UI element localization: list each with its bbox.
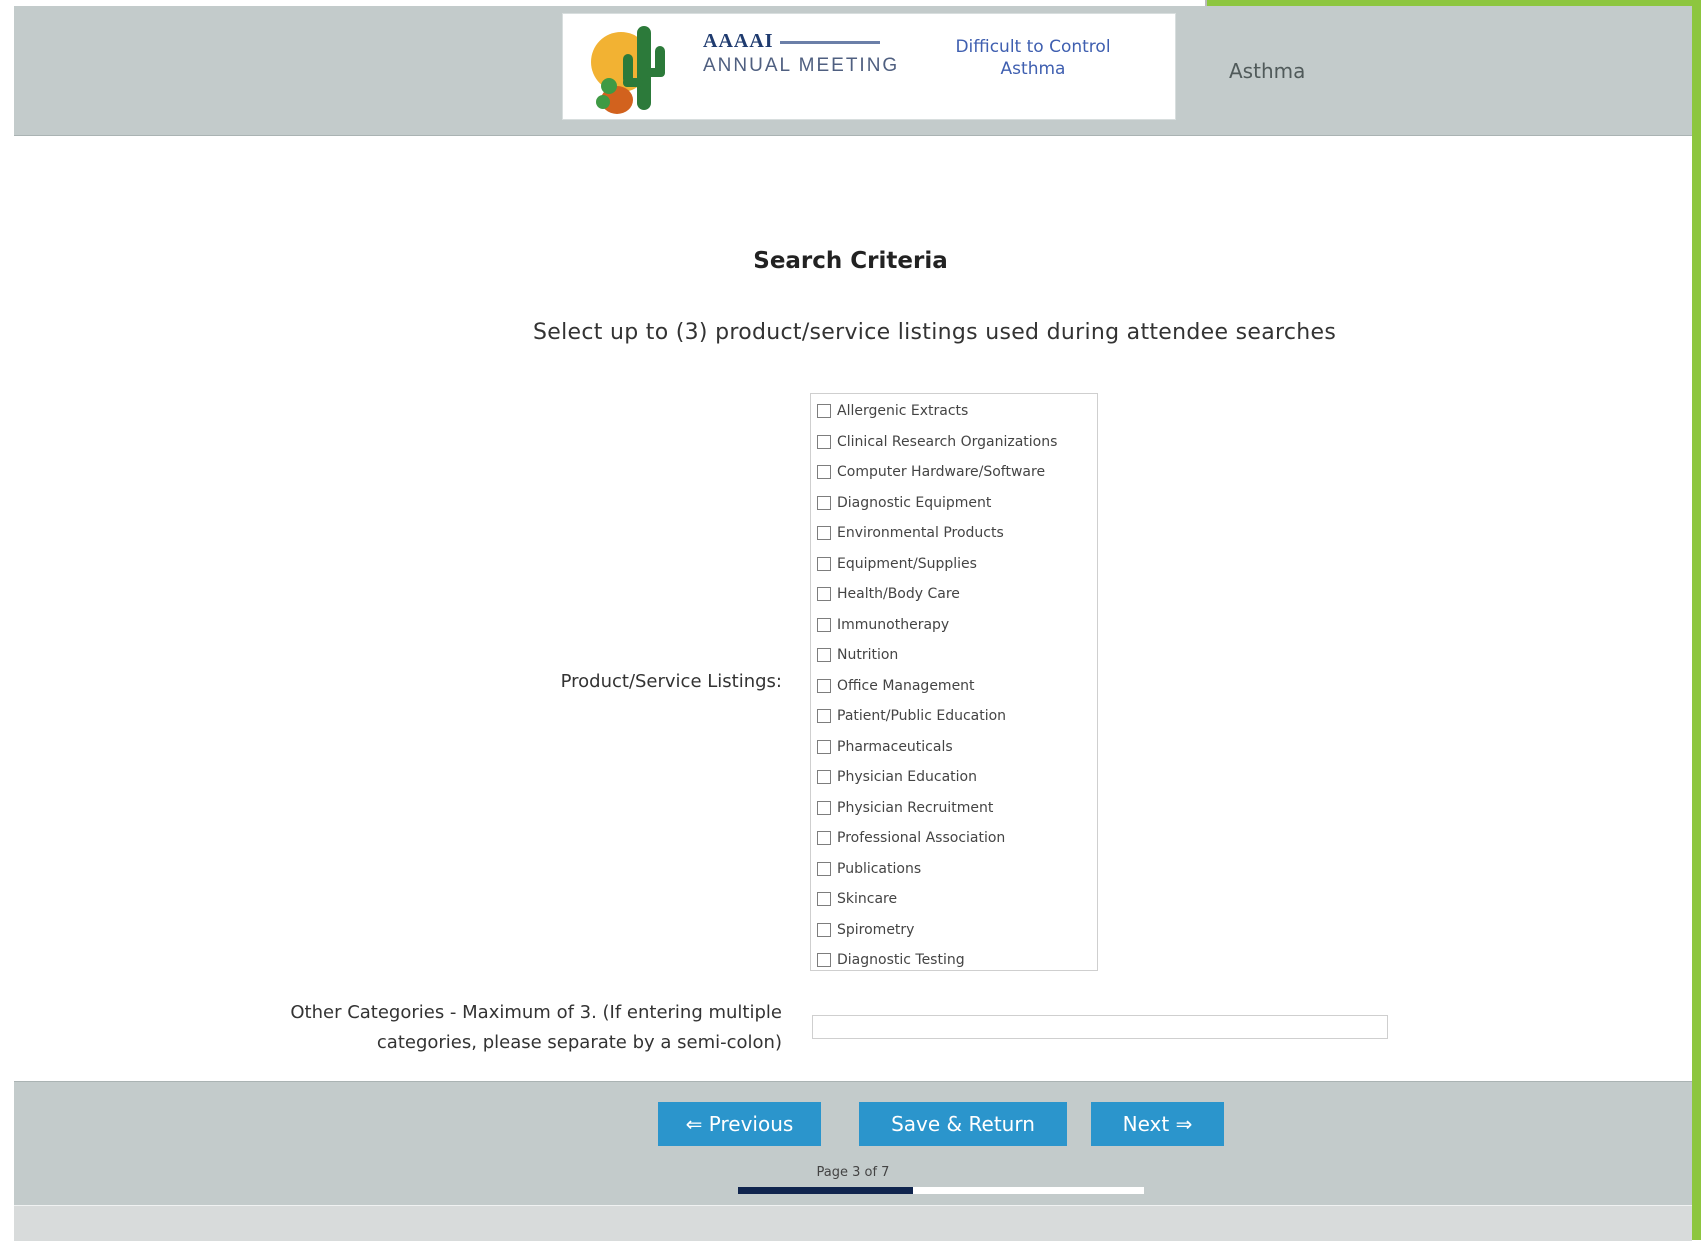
page-header: AAAAI ANNUAL MEETING Difficult to Contro… [14,6,1692,136]
next-button[interactable]: Next ⇒ [1091,1102,1224,1146]
listing-option-label: Clinical Research Organizations [837,433,1058,450]
listing-option-label: Health/Body Care [837,586,960,602]
listing-option[interactable]: Pharmaceuticals [817,734,953,760]
listing-checkbox[interactable] [817,922,831,937]
listing-checkbox[interactable] [817,617,831,632]
listing-checkbox[interactable] [817,587,831,601]
listing-option[interactable]: Physician Recruitment [817,795,993,821]
listing-option[interactable]: Clinical Research Organizations [817,429,1057,455]
listing-checkbox[interactable] [817,526,831,540]
listing-checkbox[interactable] [817,495,831,510]
listing-option[interactable]: Diagnostic Equipment [817,490,991,516]
listings-checkbox-list[interactable]: Allergenic Extracts Clinical Research Org… [810,393,1098,971]
listing-option-label: Diagnostic Equipment [837,494,992,511]
listing-option-label: Publications [837,860,922,877]
header-category: Asthma [1229,59,1306,83]
listing-option-label: Physician Education [837,769,977,785]
listing-option[interactable]: Environmental Products [817,520,1004,546]
listing-checkbox[interactable] [817,770,831,784]
listing-checkbox[interactable] [817,434,831,449]
listing-option-label: Pharmaceuticals [837,738,953,755]
progress-fill [738,1187,913,1194]
window-edge [1692,0,1701,1240]
listing-checkbox[interactable] [817,404,831,418]
meeting-title: ANNUAL MEETING [703,55,900,76]
listing-option-label: Nutrition [837,647,899,663]
page-footer: ⇐ Previous Save & Return Next ⇒ Page 3 o… [14,1081,1692,1206]
listing-checkbox[interactable] [817,465,831,479]
listing-checkbox[interactable] [817,739,831,754]
listings-label: Product/Service Listings: [560,671,782,692]
listing-checkbox[interactable] [817,678,831,693]
listing-option-label: Equipment/Supplies [837,555,977,572]
listing-option-label: Computer Hardware/Software [837,464,1046,480]
listing-checkbox[interactable] [817,800,831,815]
listing-option-label: Allergenic Extracts [837,403,969,419]
listing-option-label: Environmental Products [837,525,1004,541]
event-banner-logo: AAAAI ANNUAL MEETING Difficult to Contro… [562,13,1176,120]
listing-option[interactable]: Publications [817,856,921,882]
listing-checkbox[interactable] [817,556,831,571]
page-indicator: Page 3 of 7 [816,1165,890,1180]
listing-checkbox[interactable] [817,892,831,906]
cactus-logo-icon [591,26,665,114]
listing-option-label: Professional Association [837,830,1006,846]
listing-checkbox[interactable] [817,831,831,845]
save-and-return-button[interactable]: Save & Return [859,1102,1067,1146]
listing-checkbox[interactable] [817,953,831,967]
listing-option[interactable]: Professional Association [817,825,1005,851]
previous-button[interactable]: ⇐ Previous [658,1102,821,1146]
listing-option-label: Office Management [837,677,975,694]
other-categories-input[interactable] [812,1015,1388,1039]
listing-option-label: Diagnostic Testing [837,952,965,968]
listing-option-label: Spirometry [837,921,915,938]
course-title: Difficult to Control Asthma [955,37,1111,79]
listing-option[interactable]: Allergenic Extracts [817,398,968,424]
page-title: Search Criteria [753,248,948,274]
listing-option[interactable]: Diagnostic Testing [817,947,965,973]
bottom-bar [14,1205,1692,1241]
listing-option[interactable]: Physician Education [817,764,977,790]
listing-option-label: Patient/Public Education [837,708,1007,724]
listing-option[interactable]: Computer Hardware/Software [817,459,1045,485]
listing-option[interactable]: Patient/Public Education [817,703,1006,729]
listing-option-label: Immunotherapy [837,616,950,633]
course-name: Difficult to Control Asthma [933,36,1133,83]
listing-option[interactable]: Immunotherapy [817,612,949,638]
listing-option[interactable]: Equipment/Supplies [817,551,977,577]
listing-option[interactable]: Nutrition [817,642,898,668]
listing-option[interactable]: Office Management [817,673,975,699]
other-categories-label: Other Categories - Maximum of 3. (If ent… [290,1002,782,1053]
listing-checkbox[interactable] [817,861,831,876]
listing-option[interactable]: Health/Body Care [817,581,960,607]
logo-rule [779,40,880,44]
listing-checkbox[interactable] [817,648,831,662]
listing-option-label: Skincare [837,891,898,907]
org-acronym: AAAAI [703,30,774,52]
instructions-text: Select up to (3) product/service listing… [533,320,1337,345]
listing-option-label: Physician Recruitment [837,799,994,816]
listing-option[interactable]: Skincare [817,886,897,912]
progress-bar [738,1187,1144,1194]
listing-checkbox[interactable] [817,709,831,723]
listing-option[interactable]: Spirometry [817,917,914,943]
meeting-name: AAAAI ANNUAL MEETING [703,30,900,79]
